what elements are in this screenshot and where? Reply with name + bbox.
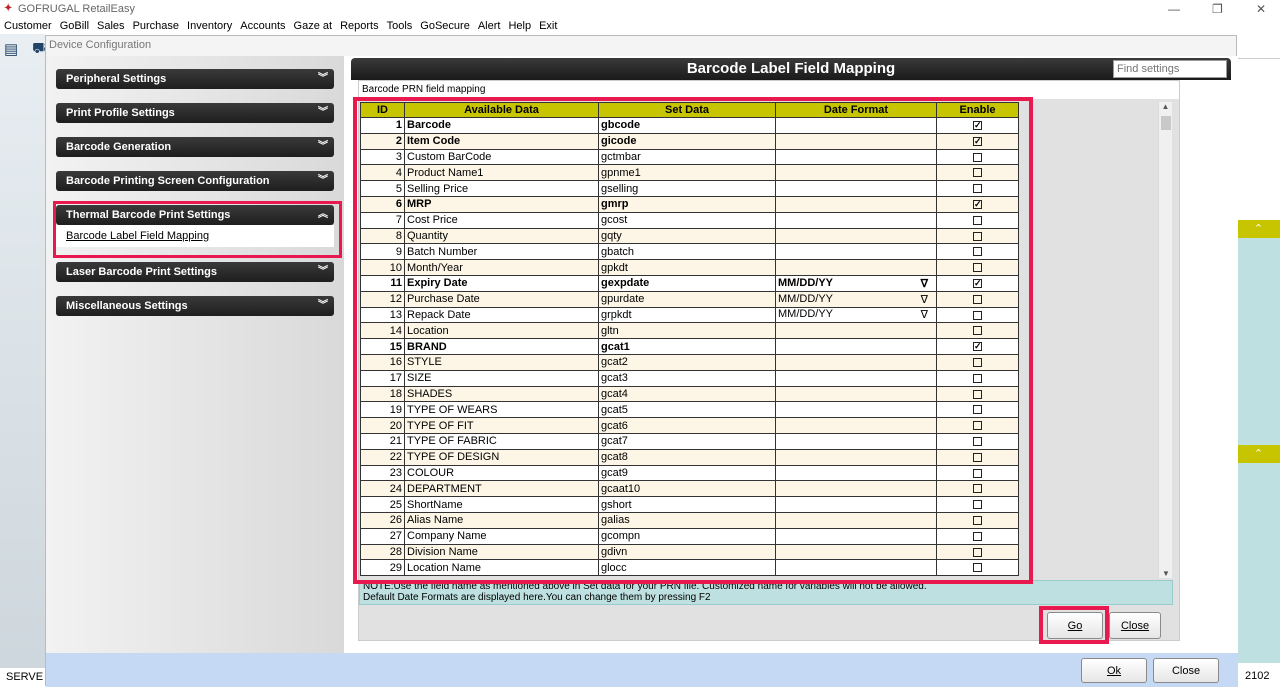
scroll-thumb[interactable]	[1161, 116, 1171, 130]
menu-gaze-at[interactable]: Gaze at	[290, 18, 337, 34]
table-highlight-box	[353, 97, 1033, 584]
vertical-scrollbar[interactable]: ▲ ▼	[1158, 102, 1172, 578]
status-left: SERVE |	[0, 668, 50, 686]
ok-label: Ok	[1106, 664, 1122, 677]
sidebar-item-label: Miscellaneous Settings	[66, 300, 188, 312]
menu-purchase[interactable]: Purchase	[129, 18, 183, 34]
find-settings-input[interactable]	[1113, 60, 1227, 78]
scroll-up-icon[interactable]: ▲	[1162, 102, 1170, 111]
chevron-down-icon[interactable]: ︾	[318, 69, 328, 89]
collapse-chevron-icon[interactable]: ⌃	[1237, 220, 1280, 238]
close-window-icon[interactable]: ✕	[1256, 2, 1266, 16]
sidebar-item-5[interactable]: Laser Barcode Print Settings ︾	[56, 262, 334, 282]
menu-reports[interactable]: Reports	[336, 18, 383, 34]
status-right: 2102	[1245, 670, 1270, 682]
sidebar-item-0[interactable]: Peripheral Settings ︾	[56, 69, 334, 89]
chevron-down-icon[interactable]: ︾	[318, 103, 328, 123]
close-label: Close	[1120, 619, 1150, 632]
dialog-close-button[interactable]: Close	[1153, 658, 1219, 683]
menu-bar: Customer GoBill Sales Purchase Inventory Acco…	[0, 18, 1280, 34]
sidebar-item-1[interactable]: Print Profile Settings ︾	[56, 103, 334, 123]
menu-customer[interactable]: Customer	[0, 18, 56, 34]
page-title: Barcode Label Field Mapping	[351, 58, 1231, 80]
sidebar-item-label: Barcode Printing Screen Configuration	[66, 175, 270, 187]
note-line-2: Default Date Formats are displayed here.…	[363, 592, 711, 603]
sidebar-item-label: Peripheral Settings	[66, 73, 167, 85]
sidebar-item-label: Barcode Generation	[66, 141, 172, 153]
sidebar-item-6[interactable]: Miscellaneous Settings ︾	[56, 296, 334, 316]
menu-inventory[interactable]: Inventory	[183, 18, 236, 34]
go-highlight-box	[1039, 606, 1109, 644]
menu-accounts[interactable]: Accounts	[236, 18, 289, 34]
menu-sales[interactable]: Sales	[93, 18, 129, 34]
background-left: ▤ ⛟	[0, 34, 51, 686]
chevron-down-icon[interactable]: ︾	[318, 296, 328, 316]
chevron-down-icon[interactable]: ︾	[318, 137, 328, 157]
scroll-down-icon[interactable]: ▼	[1162, 569, 1170, 578]
menu-alert[interactable]: Alert	[474, 18, 505, 34]
collapse-chevron-icon[interactable]: ⌃	[1237, 445, 1280, 463]
restore-icon[interactable]: ❐	[1212, 2, 1223, 16]
report-icon[interactable]: ▤	[4, 40, 18, 58]
app-title: GOFRUGAL RetailEasy	[18, 3, 135, 15]
ok-button[interactable]: Ok	[1081, 658, 1147, 683]
device-configuration-dialog: Device Configuration Peripheral Settings…	[45, 35, 1238, 687]
menu-gobill[interactable]: GoBill	[56, 18, 93, 34]
chevron-down-icon[interactable]: ︾	[318, 171, 328, 191]
panel-close-button[interactable]: Close	[1109, 612, 1161, 639]
chevron-down-icon[interactable]: ︾	[318, 262, 328, 282]
menu-gosecure[interactable]: GoSecure	[416, 18, 474, 34]
app-logo-icon: ✦	[4, 3, 13, 14]
sidebar-item-3[interactable]: Barcode Printing Screen Configuration ︾	[56, 171, 334, 191]
dialog-footer: Ok Close	[46, 653, 1238, 687]
menu-tools[interactable]: Tools	[383, 18, 417, 34]
menu-help[interactable]: Help	[504, 18, 535, 34]
settings-sidebar: Peripheral Settings ︾ Print Profile Settin…	[46, 56, 344, 653]
sidebar-item-2[interactable]: Barcode Generation ︾	[56, 137, 334, 157]
menu-exit[interactable]: Exit	[535, 18, 561, 34]
sidebar-item-label: Laser Barcode Print Settings	[66, 266, 217, 278]
highlight-box	[53, 201, 342, 258]
minimize-icon[interactable]: —	[1168, 2, 1180, 16]
title-bar: ✦ GOFRUGAL RetailEasy — ❐ ✕	[0, 0, 1280, 18]
sidebar-item-label: Print Profile Settings	[66, 107, 175, 119]
dialog-title: Device Configuration	[49, 39, 152, 51]
background-right: ⌃ ⌃ 2102	[1237, 34, 1280, 686]
